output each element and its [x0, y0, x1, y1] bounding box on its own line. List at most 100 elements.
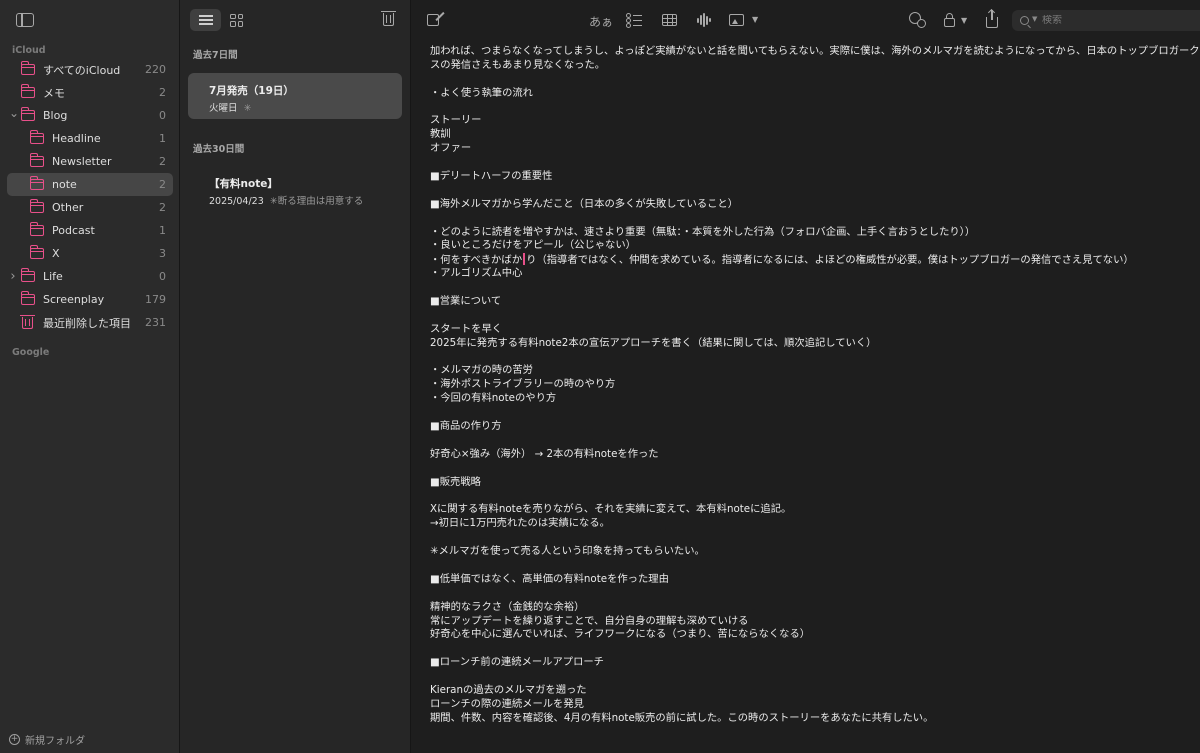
- media-chevron-down-icon[interactable]: ▼: [752, 15, 758, 24]
- note-line: [430, 587, 1200, 601]
- lock-chevron-down-icon[interactable]: ▼: [961, 16, 967, 25]
- chevron-down-icon[interactable]: ⌄: [9, 106, 19, 120]
- note-line: ■海外メルマガから学んだこと（日本の多くが失敗していること）: [430, 197, 739, 210]
- note-list-item[interactable]: 【有料note】 2025/04/23 ✳︎断る理由は用意する: [188, 166, 402, 212]
- media-icon[interactable]: [729, 14, 744, 26]
- plus-circle-icon: +: [9, 734, 20, 745]
- note-line: ■低単価ではなく、高単価の有料noteを作った理由: [430, 572, 669, 585]
- delete-note-icon[interactable]: [381, 11, 396, 26]
- note-body[interactable]: 加われば、つまらなくなってしまうし、よっぽど実績がないと話を聞いてもらえない。実…: [430, 45, 1200, 726]
- checklist-icon[interactable]: [626, 12, 642, 29]
- chevron-right-icon[interactable]: ›: [9, 269, 17, 284]
- note-line: ■商品の作り方: [430, 420, 502, 433]
- gallery-view-button[interactable]: [221, 9, 252, 31]
- sidebar-folder-item[interactable]: ⌄ Blog 0: [0, 104, 180, 127]
- note-line: ■ローンチ前の連続メールアプローチ: [430, 656, 604, 669]
- note-title: 7月発売（19日）: [209, 85, 294, 97]
- note-line: [430, 406, 1200, 420]
- note-list-item[interactable]: 7月発売（19日） 火曜日 ✳︎: [188, 73, 402, 119]
- note-line: ■デリートハーフの重要性: [430, 170, 553, 183]
- search-icon: [1020, 16, 1029, 25]
- note-line: ・良いところだけをアピール（公じゃない）: [430, 239, 636, 252]
- note-line: ・アルゴリズム中心: [430, 267, 523, 280]
- note-line: 好奇心を中心に選んでいれば、ライフワークになる（つまり、苦にならなくなる）: [430, 628, 811, 641]
- sidebar-folder-item[interactable]: X3: [0, 242, 180, 265]
- sidebar-folder-item[interactable]: Screenplay 179: [0, 288, 180, 311]
- note-line: 期間、件数、内容を確認後、4月の有料note販売の前に試した。この時のストーリー…: [430, 711, 934, 724]
- folder-name: Screenplay: [43, 293, 105, 306]
- note-line: [430, 156, 1200, 170]
- note-line: ・今回の有料noteのやり方: [430, 392, 557, 405]
- sidebar: iCloud すべてのiCloud 220 メモ 2 ⌄ Blog 0 Headline 1 Ne…: [0, 0, 180, 753]
- folder-count: 1: [159, 224, 166, 237]
- folder-name: メモ: [43, 86, 65, 100]
- sidebar-folder-item[interactable]: Headline 1: [0, 127, 180, 150]
- compose-icon[interactable]: [427, 14, 439, 26]
- note-line: [430, 73, 1200, 87]
- note-line: [430, 212, 1200, 226]
- note-line: Kieranの過去のメルマガを遡った: [430, 683, 587, 696]
- folder-count: 231: [145, 316, 166, 329]
- collaborate-icon[interactable]: [909, 12, 926, 28]
- table-icon[interactable]: [662, 14, 677, 26]
- folder-count: 1: [159, 132, 166, 145]
- folder-count: 0: [159, 270, 166, 283]
- folder-count: 0: [159, 109, 166, 122]
- note-line: ■営業について: [430, 295, 502, 308]
- note-line: ・メルマガの時の苦労: [430, 364, 533, 377]
- list-view-button[interactable]: [190, 9, 221, 31]
- note-line: オファー: [430, 142, 472, 155]
- folder-icon: [20, 268, 35, 282]
- note-meta: 2025/04/23 ✳︎断る理由は用意する: [209, 193, 402, 207]
- note-line: ■販売戦略: [430, 475, 481, 488]
- sidebar-folder-item[interactable]: Podcast 1: [0, 219, 180, 242]
- folder-icon: [29, 199, 44, 213]
- notes-group-label: 過去30日間: [193, 144, 245, 155]
- audio-waveform-icon[interactable]: [697, 13, 711, 27]
- note-line: ・海外ポストライブラリーの時のやり方: [430, 378, 616, 391]
- trash-icon: [20, 314, 35, 329]
- folder-name: 最近削除した項目: [43, 316, 131, 330]
- note-line: [430, 434, 1200, 448]
- note-line: Xに関する有料noteを売りながら、それを実績に変えて、本有料noteに追記。: [430, 503, 792, 516]
- folder-name: Blog: [43, 109, 68, 122]
- note-line: 加われば、つまらなくなってしまうし、よっぽど実績がないと話を聞いてもらえない。実…: [430, 45, 1200, 57]
- sidebar-folder-item[interactable]: note 2: [7, 173, 173, 196]
- sidebar-folder-item[interactable]: Newsletter 2: [0, 150, 180, 173]
- sidebar-folder-item[interactable]: Other 2: [0, 196, 180, 219]
- note-title: 【有料note】: [209, 178, 278, 190]
- share-icon[interactable]: [986, 10, 998, 28]
- folder-icon: [29, 176, 44, 190]
- view-toggle: [190, 9, 252, 31]
- note-meta: 火曜日 ✳︎: [209, 100, 402, 114]
- note-line: [430, 184, 1200, 198]
- sidebar-toggle-icon[interactable]: [16, 13, 34, 27]
- grid-icon: [230, 13, 243, 27]
- folder-name: Life: [43, 270, 63, 283]
- note-line: ・よく使う執筆の流れ: [430, 86, 533, 99]
- note-line: ・どのように読者を増やすかは、速さより重要（無駄：・本質を外した行為（フォロバ企…: [430, 225, 976, 238]
- folder-name: X: [52, 247, 60, 260]
- note-line: ・何をすべきかばか り（指導者ではなく、仲間を求めている。指導者になるには、よほど…: [430, 253, 1134, 267]
- sidebar-folder-item[interactable]: すべてのiCloud 220: [0, 58, 180, 81]
- sidebar-folder-item[interactable]: › Life 0: [0, 265, 180, 288]
- search-chevron-down-icon[interactable]: ▼: [1032, 15, 1037, 23]
- note-line: [430, 281, 1200, 295]
- note-line: [430, 642, 1200, 656]
- note-line: [430, 101, 1200, 115]
- folder-count: 2: [159, 178, 166, 191]
- note-line: [430, 490, 1200, 504]
- sidebar-folder-item[interactable]: メモ 2: [0, 81, 180, 104]
- editor-toolbar: あぁ ▼ ▼ ▼: [411, 0, 1200, 42]
- folder-icon: [29, 153, 44, 167]
- section-label-google: Google: [12, 347, 50, 358]
- note-snippet: ✳︎: [243, 103, 252, 114]
- note-date: 火曜日: [209, 103, 238, 114]
- format-button[interactable]: あぁ: [589, 13, 613, 30]
- folder-count: 2: [159, 155, 166, 168]
- note-line: ✳︎メルマガを使って売る人という印象を持ってもらいたい。: [430, 545, 705, 558]
- sidebar-folder-item[interactable]: 最近削除した項目 231: [0, 311, 180, 334]
- lock-icon[interactable]: [944, 13, 955, 27]
- search-input[interactable]: [1042, 15, 1182, 26]
- new-folder-button[interactable]: + 新規フォルダ: [9, 732, 85, 747]
